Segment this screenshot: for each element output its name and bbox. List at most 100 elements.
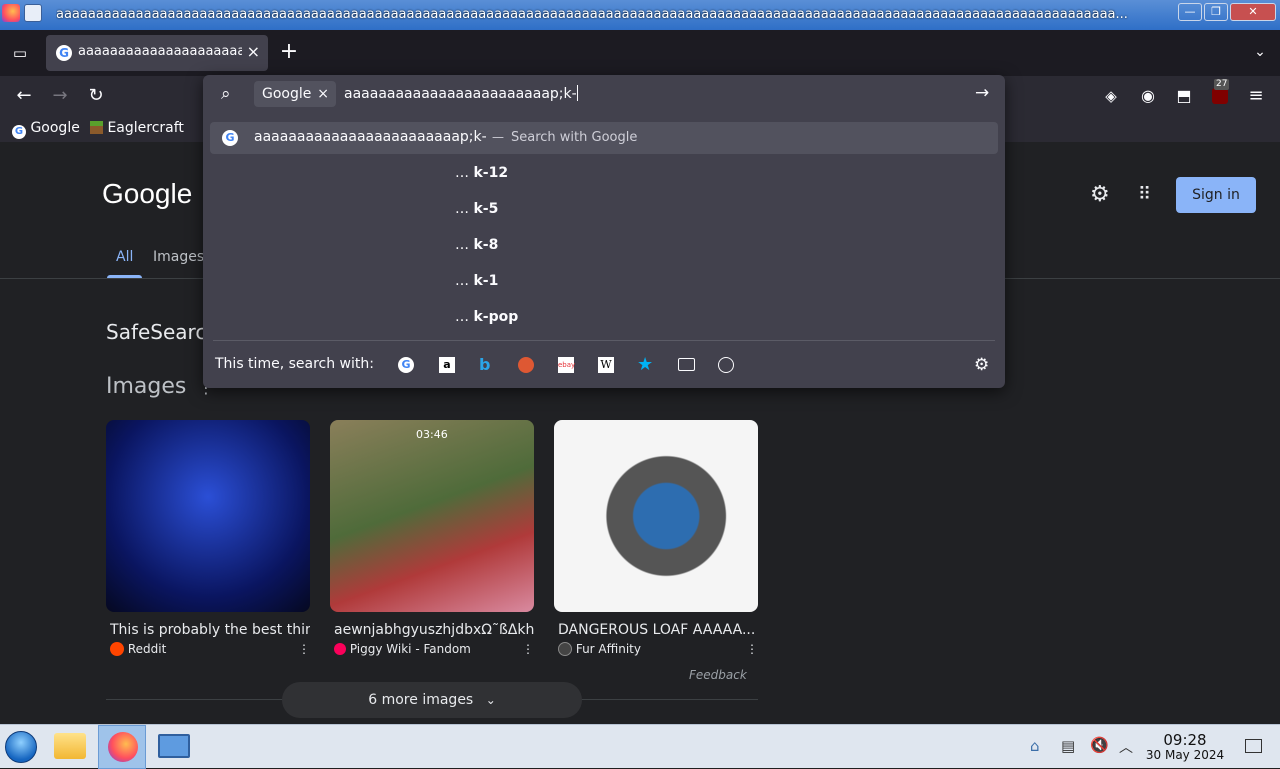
- bookmark-eaglercraft[interactable]: Eaglercraft: [90, 120, 184, 136]
- show-desktop-icon[interactable]: [1245, 739, 1262, 753]
- urlbar-input[interactable]: aaaaaaaaaaaaaaaaaaaaaaaap;k-: [344, 85, 964, 102]
- suggestion-ellipsis: …: [455, 237, 469, 253]
- fandom-icon: [334, 643, 346, 655]
- google-logo[interactable]: Google: [102, 178, 192, 210]
- image-thumbnail[interactable]: [106, 420, 310, 612]
- account-icon[interactable]: ◉: [1136, 84, 1160, 108]
- urlbar-query: aaaaaaaaaaaaaaaaaaaaaaaap;k-: [344, 86, 577, 102]
- extensions-icon[interactable]: ⬒: [1172, 84, 1196, 108]
- bookmarks-star-icon[interactable]: ★: [637, 354, 653, 375]
- image-thumbnail[interactable]: [554, 420, 758, 612]
- grass-block-icon: [90, 121, 103, 134]
- firefox-view-icon[interactable]: ▭: [8, 41, 32, 65]
- close-window-button[interactable]: ✕: [1230, 3, 1276, 21]
- sign-in-button[interactable]: Sign in: [1176, 177, 1256, 213]
- suggestion-text: k-12: [473, 165, 509, 181]
- image-title[interactable]: DANGEROUS LOAF AAAAA...: [558, 622, 758, 638]
- gear-icon[interactable]: ⚙: [1090, 182, 1110, 207]
- suggestion-text: k-8: [473, 237, 499, 253]
- suggestion-ellipsis: …: [455, 201, 469, 217]
- file-explorer-icon[interactable]: [54, 733, 86, 759]
- more-images-label: 6 more images: [368, 692, 474, 708]
- tab-google-search[interactable]: G aaaaaaaaaaaaaaaaaaaaaaaaaaa ×: [46, 35, 268, 71]
- maximize-button[interactable]: ❐: [1204, 3, 1228, 21]
- more-images-button[interactable]: 6 more images ⌄: [282, 682, 582, 718]
- google-favicon-icon: G: [222, 130, 238, 146]
- window-titlebar: aaaaaaaaaaaaaaaaaaaaaaaaaaaaaaaaaaaaaaaa…: [0, 0, 1280, 30]
- suggestion-row[interactable]: … k-5: [455, 201, 498, 217]
- tab-images[interactable]: Images: [153, 249, 204, 265]
- suggestion-row-selected[interactable]: G aaaaaaaaaaaaaaaaaaaaaaaap;k- — Search …: [210, 122, 998, 154]
- urlbar-dropdown: ⌕ Google × aaaaaaaaaaaaaaaaaaaaaaaap;k- …: [203, 75, 1005, 388]
- history-clock-icon[interactable]: [718, 357, 734, 373]
- search-engine-chip[interactable]: Google ×: [254, 81, 336, 107]
- window-menu-icon[interactable]: [24, 4, 42, 22]
- one-offs-divider: [213, 340, 995, 341]
- duckduckgo-engine-icon[interactable]: [518, 357, 534, 373]
- minimize-button[interactable]: —: [1178, 3, 1202, 21]
- volume-muted-icon[interactable]: 🔇: [1090, 736, 1109, 754]
- image-card[interactable]: This is probably the best thin... Reddit…: [106, 420, 310, 656]
- suggestion-ellipsis: …: [455, 165, 469, 181]
- suggestion-text: k-pop: [473, 309, 519, 325]
- suggestion-text: k-5: [473, 201, 499, 217]
- suggestion-dash: —: [492, 130, 504, 144]
- new-tab-button[interactable]: +: [277, 40, 301, 64]
- bing-engine-icon[interactable]: b: [479, 355, 490, 374]
- list-all-tabs-icon[interactable]: ⌄: [1248, 40, 1272, 64]
- back-button[interactable]: ←: [12, 84, 36, 108]
- remote-desktop-icon[interactable]: [158, 734, 190, 758]
- tab-all[interactable]: All: [116, 249, 133, 265]
- image-card[interactable]: 03:46 aewnjabhgyuszhjdbxΩ˜ßΔkh... Piggy …: [330, 420, 534, 656]
- start-button[interactable]: [5, 731, 37, 763]
- chip-close-icon[interactable]: ×: [317, 81, 329, 107]
- suggestion-ellipsis: …: [455, 273, 469, 289]
- image-title[interactable]: This is probably the best thin...: [110, 622, 310, 638]
- chevron-down-icon: ⌄: [485, 693, 496, 707]
- image-source[interactable]: Fur Affinity: [576, 642, 641, 656]
- clock-date[interactable]: 30 May 2024: [1140, 748, 1230, 762]
- tab-close-icon[interactable]: ×: [247, 42, 260, 61]
- gear-icon[interactable]: ⚙: [974, 355, 989, 375]
- bookmark-google[interactable]: G Google: [12, 120, 80, 139]
- suggestion-action: Search with Google: [511, 130, 638, 145]
- network-icon[interactable]: ⌂: [1030, 737, 1040, 755]
- firefox-icon: [108, 732, 138, 762]
- suggestion-row[interactable]: … k-pop: [455, 309, 518, 325]
- image-source[interactable]: Piggy Wiki - Fandom: [350, 642, 471, 656]
- show-hidden-icons-chevron-icon[interactable]: ︿: [1119, 737, 1133, 757]
- go-arrow-button[interactable]: →: [975, 83, 989, 103]
- firefox-taskbar-button[interactable]: [98, 725, 146, 769]
- suggestion-row[interactable]: … k-1: [455, 273, 498, 289]
- tabs-icon[interactable]: [678, 358, 695, 371]
- suggestion-text: k-1: [473, 273, 499, 289]
- reddit-icon: [110, 642, 124, 656]
- apps-grid-icon[interactable]: ⠿: [1138, 184, 1151, 205]
- ublock-extension-icon[interactable]: 27: [1208, 79, 1232, 108]
- image-card[interactable]: DANGEROUS LOAF AAAAA... Fur Affinity ⋮: [554, 420, 758, 656]
- amazon-engine-icon[interactable]: a: [439, 357, 455, 373]
- hamburger-menu-icon[interactable]: ≡: [1244, 84, 1268, 108]
- clipboard-icon[interactable]: ▤: [1061, 737, 1075, 755]
- window-title: aaaaaaaaaaaaaaaaaaaaaaaaaaaaaaaaaaaaaaaa…: [56, 7, 1128, 22]
- google-engine-icon[interactable]: G: [398, 357, 414, 373]
- more-options-icon[interactable]: ⋮: [522, 642, 534, 656]
- suggestion-row[interactable]: … k-12: [455, 165, 508, 181]
- feedback-link[interactable]: Feedback: [689, 668, 747, 682]
- more-options-icon[interactable]: ⋮: [298, 642, 310, 656]
- tab-label: aaaaaaaaaaaaaaaaaaaaaaaaaaa: [78, 44, 242, 59]
- engine-chip-label: Google: [262, 86, 312, 102]
- image-source[interactable]: Reddit: [128, 642, 166, 656]
- suggestion-ellipsis: …: [455, 309, 469, 325]
- suggestion-row[interactable]: … k-8: [455, 237, 498, 253]
- clock-time[interactable]: 09:28: [1145, 731, 1225, 749]
- ebay-engine-icon[interactable]: ebay: [558, 357, 575, 373]
- image-thumbnail[interactable]: 03:46: [330, 420, 534, 612]
- reload-button[interactable]: ↻: [84, 84, 108, 108]
- wikipedia-engine-icon[interactable]: W: [598, 357, 614, 373]
- pocket-icon[interactable]: ◈: [1099, 84, 1123, 108]
- forward-button[interactable]: →: [48, 84, 72, 108]
- firefox-app-icon: [2, 4, 20, 22]
- more-options-icon[interactable]: ⋮: [746, 642, 758, 656]
- image-title[interactable]: aewnjabhgyuszhjdbxΩ˜ßΔkh...: [334, 622, 534, 638]
